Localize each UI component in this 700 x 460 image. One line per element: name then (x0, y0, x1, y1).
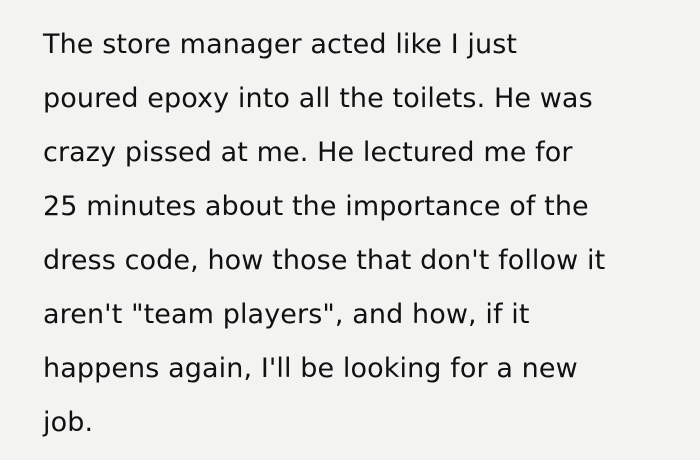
story-line-1: The store manager acted like I just (43, 29, 518, 60)
story-line-2: poured epoxy into all the toilets. He wa… (43, 83, 593, 114)
story-line-5: dress code, how those that don't follow … (43, 245, 606, 276)
story-line-8: job. (43, 407, 94, 438)
story-text: The store manager acted like I just pour… (43, 18, 683, 450)
page: The store manager acted like I just pour… (0, 0, 700, 460)
story-line-6: aren't "team players", and how, if it (43, 299, 530, 330)
story-line-3: crazy pissed at me. He lectured me for (43, 137, 573, 168)
story-line-4: 25 minutes about the importance of the (43, 191, 589, 222)
story-line-7: happens again, I'll be looking for a new (43, 353, 578, 384)
